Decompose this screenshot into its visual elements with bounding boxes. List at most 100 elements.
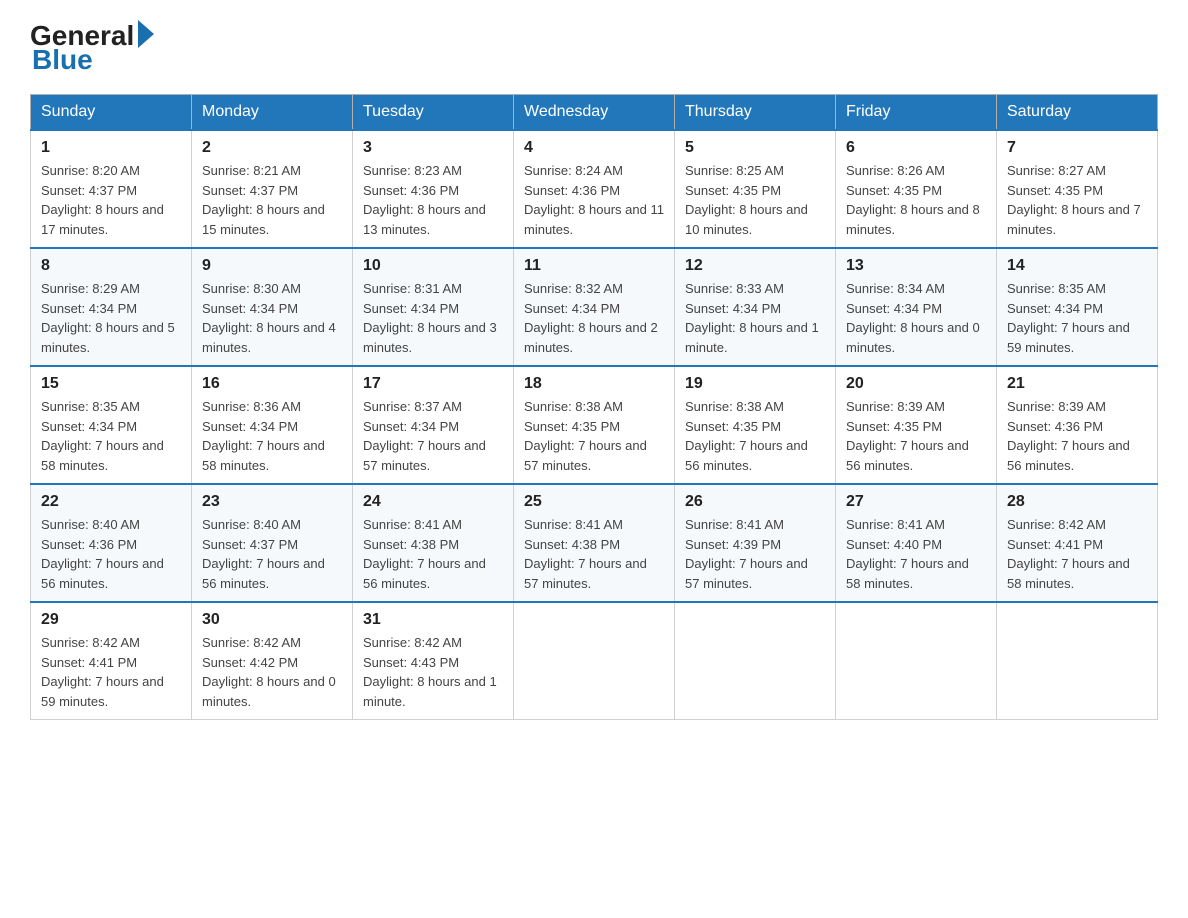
day-number: 13: [846, 257, 986, 275]
calendar-day-cell: [997, 602, 1158, 720]
calendar-day-header: Monday: [192, 95, 353, 131]
day-number: 8: [41, 257, 181, 275]
day-number: 22: [41, 493, 181, 511]
day-number: 6: [846, 139, 986, 157]
logo: General Blue: [30, 20, 154, 76]
calendar-day-cell: 3 Sunrise: 8:23 AMSunset: 4:36 PMDayligh…: [353, 130, 514, 248]
calendar-day-cell: 25 Sunrise: 8:41 AMSunset: 4:38 PMDaylig…: [514, 484, 675, 602]
calendar-day-header: Sunday: [31, 95, 192, 131]
calendar-day-cell: 17 Sunrise: 8:37 AMSunset: 4:34 PMDaylig…: [353, 366, 514, 484]
day-info: Sunrise: 8:34 AMSunset: 4:34 PMDaylight:…: [846, 281, 980, 355]
day-info: Sunrise: 8:36 AMSunset: 4:34 PMDaylight:…: [202, 399, 325, 473]
day-number: 12: [685, 257, 825, 275]
day-number: 4: [524, 139, 664, 157]
day-number: 3: [363, 139, 503, 157]
day-info: Sunrise: 8:31 AMSunset: 4:34 PMDaylight:…: [363, 281, 497, 355]
day-number: 10: [363, 257, 503, 275]
day-number: 15: [41, 375, 181, 393]
calendar-day-cell: 1 Sunrise: 8:20 AMSunset: 4:37 PMDayligh…: [31, 130, 192, 248]
calendar-week-row: 15 Sunrise: 8:35 AMSunset: 4:34 PMDaylig…: [31, 366, 1158, 484]
calendar-day-cell: 12 Sunrise: 8:33 AMSunset: 4:34 PMDaylig…: [675, 248, 836, 366]
day-info: Sunrise: 8:26 AMSunset: 4:35 PMDaylight:…: [846, 163, 980, 237]
day-info: Sunrise: 8:41 AMSunset: 4:38 PMDaylight:…: [363, 517, 486, 591]
calendar-day-cell: 23 Sunrise: 8:40 AMSunset: 4:37 PMDaylig…: [192, 484, 353, 602]
day-info: Sunrise: 8:38 AMSunset: 4:35 PMDaylight:…: [524, 399, 647, 473]
day-info: Sunrise: 8:29 AMSunset: 4:34 PMDaylight:…: [41, 281, 175, 355]
calendar-week-row: 1 Sunrise: 8:20 AMSunset: 4:37 PMDayligh…: [31, 130, 1158, 248]
day-number: 11: [524, 257, 664, 275]
calendar-day-cell: 19 Sunrise: 8:38 AMSunset: 4:35 PMDaylig…: [675, 366, 836, 484]
calendar-day-cell: 24 Sunrise: 8:41 AMSunset: 4:38 PMDaylig…: [353, 484, 514, 602]
calendar-day-cell: [836, 602, 997, 720]
day-number: 17: [363, 375, 503, 393]
day-number: 9: [202, 257, 342, 275]
calendar-week-row: 29 Sunrise: 8:42 AMSunset: 4:41 PMDaylig…: [31, 602, 1158, 720]
calendar-week-row: 8 Sunrise: 8:29 AMSunset: 4:34 PMDayligh…: [31, 248, 1158, 366]
day-number: 27: [846, 493, 986, 511]
calendar-day-cell: 28 Sunrise: 8:42 AMSunset: 4:41 PMDaylig…: [997, 484, 1158, 602]
day-number: 16: [202, 375, 342, 393]
day-info: Sunrise: 8:42 AMSunset: 4:43 PMDaylight:…: [363, 635, 497, 709]
day-info: Sunrise: 8:30 AMSunset: 4:34 PMDaylight:…: [202, 281, 336, 355]
calendar-day-cell: 7 Sunrise: 8:27 AMSunset: 4:35 PMDayligh…: [997, 130, 1158, 248]
calendar-day-cell: [514, 602, 675, 720]
day-info: Sunrise: 8:33 AMSunset: 4:34 PMDaylight:…: [685, 281, 819, 355]
calendar-table: SundayMondayTuesdayWednesdayThursdayFrid…: [30, 94, 1158, 720]
day-info: Sunrise: 8:41 AMSunset: 4:39 PMDaylight:…: [685, 517, 808, 591]
day-number: 19: [685, 375, 825, 393]
calendar-day-cell: 30 Sunrise: 8:42 AMSunset: 4:42 PMDaylig…: [192, 602, 353, 720]
calendar-day-header: Tuesday: [353, 95, 514, 131]
calendar-day-cell: 18 Sunrise: 8:38 AMSunset: 4:35 PMDaylig…: [514, 366, 675, 484]
calendar-day-header: Saturday: [997, 95, 1158, 131]
calendar-day-cell: 29 Sunrise: 8:42 AMSunset: 4:41 PMDaylig…: [31, 602, 192, 720]
day-number: 7: [1007, 139, 1147, 157]
calendar-day-cell: 6 Sunrise: 8:26 AMSunset: 4:35 PMDayligh…: [836, 130, 997, 248]
calendar-day-cell: 11 Sunrise: 8:32 AMSunset: 4:34 PMDaylig…: [514, 248, 675, 366]
day-number: 24: [363, 493, 503, 511]
day-number: 25: [524, 493, 664, 511]
calendar-day-cell: 5 Sunrise: 8:25 AMSunset: 4:35 PMDayligh…: [675, 130, 836, 248]
calendar-day-cell: 13 Sunrise: 8:34 AMSunset: 4:34 PMDaylig…: [836, 248, 997, 366]
day-number: 14: [1007, 257, 1147, 275]
day-info: Sunrise: 8:42 AMSunset: 4:41 PMDaylight:…: [1007, 517, 1130, 591]
day-info: Sunrise: 8:35 AMSunset: 4:34 PMDaylight:…: [1007, 281, 1130, 355]
day-info: Sunrise: 8:32 AMSunset: 4:34 PMDaylight:…: [524, 281, 658, 355]
calendar-day-cell: 21 Sunrise: 8:39 AMSunset: 4:36 PMDaylig…: [997, 366, 1158, 484]
calendar-day-cell: 4 Sunrise: 8:24 AMSunset: 4:36 PMDayligh…: [514, 130, 675, 248]
day-info: Sunrise: 8:41 AMSunset: 4:38 PMDaylight:…: [524, 517, 647, 591]
day-number: 2: [202, 139, 342, 157]
day-info: Sunrise: 8:40 AMSunset: 4:37 PMDaylight:…: [202, 517, 325, 591]
day-info: Sunrise: 8:38 AMSunset: 4:35 PMDaylight:…: [685, 399, 808, 473]
calendar-day-cell: 2 Sunrise: 8:21 AMSunset: 4:37 PMDayligh…: [192, 130, 353, 248]
day-number: 30: [202, 611, 342, 629]
day-number: 5: [685, 139, 825, 157]
day-number: 26: [685, 493, 825, 511]
calendar-day-cell: 16 Sunrise: 8:36 AMSunset: 4:34 PMDaylig…: [192, 366, 353, 484]
day-info: Sunrise: 8:41 AMSunset: 4:40 PMDaylight:…: [846, 517, 969, 591]
calendar-day-cell: 10 Sunrise: 8:31 AMSunset: 4:34 PMDaylig…: [353, 248, 514, 366]
day-info: Sunrise: 8:35 AMSunset: 4:34 PMDaylight:…: [41, 399, 164, 473]
day-number: 28: [1007, 493, 1147, 511]
calendar-day-header: Wednesday: [514, 95, 675, 131]
calendar-day-cell: 9 Sunrise: 8:30 AMSunset: 4:34 PMDayligh…: [192, 248, 353, 366]
day-info: Sunrise: 8:42 AMSunset: 4:41 PMDaylight:…: [41, 635, 164, 709]
day-info: Sunrise: 8:23 AMSunset: 4:36 PMDaylight:…: [363, 163, 486, 237]
calendar-day-cell: [675, 602, 836, 720]
day-number: 31: [363, 611, 503, 629]
calendar-day-cell: 31 Sunrise: 8:42 AMSunset: 4:43 PMDaylig…: [353, 602, 514, 720]
day-number: 20: [846, 375, 986, 393]
day-info: Sunrise: 8:25 AMSunset: 4:35 PMDaylight:…: [685, 163, 808, 237]
page-header: General Blue: [30, 20, 1158, 76]
calendar-week-row: 22 Sunrise: 8:40 AMSunset: 4:36 PMDaylig…: [31, 484, 1158, 602]
calendar-day-header: Thursday: [675, 95, 836, 131]
logo-blue-text: Blue: [32, 44, 93, 76]
calendar-day-cell: 15 Sunrise: 8:35 AMSunset: 4:34 PMDaylig…: [31, 366, 192, 484]
day-info: Sunrise: 8:37 AMSunset: 4:34 PMDaylight:…: [363, 399, 486, 473]
day-number: 21: [1007, 375, 1147, 393]
day-info: Sunrise: 8:20 AMSunset: 4:37 PMDaylight:…: [41, 163, 164, 237]
day-info: Sunrise: 8:42 AMSunset: 4:42 PMDaylight:…: [202, 635, 336, 709]
calendar-day-cell: 22 Sunrise: 8:40 AMSunset: 4:36 PMDaylig…: [31, 484, 192, 602]
day-info: Sunrise: 8:24 AMSunset: 4:36 PMDaylight:…: [524, 163, 664, 237]
day-number: 18: [524, 375, 664, 393]
calendar-header-row: SundayMondayTuesdayWednesdayThursdayFrid…: [31, 95, 1158, 131]
